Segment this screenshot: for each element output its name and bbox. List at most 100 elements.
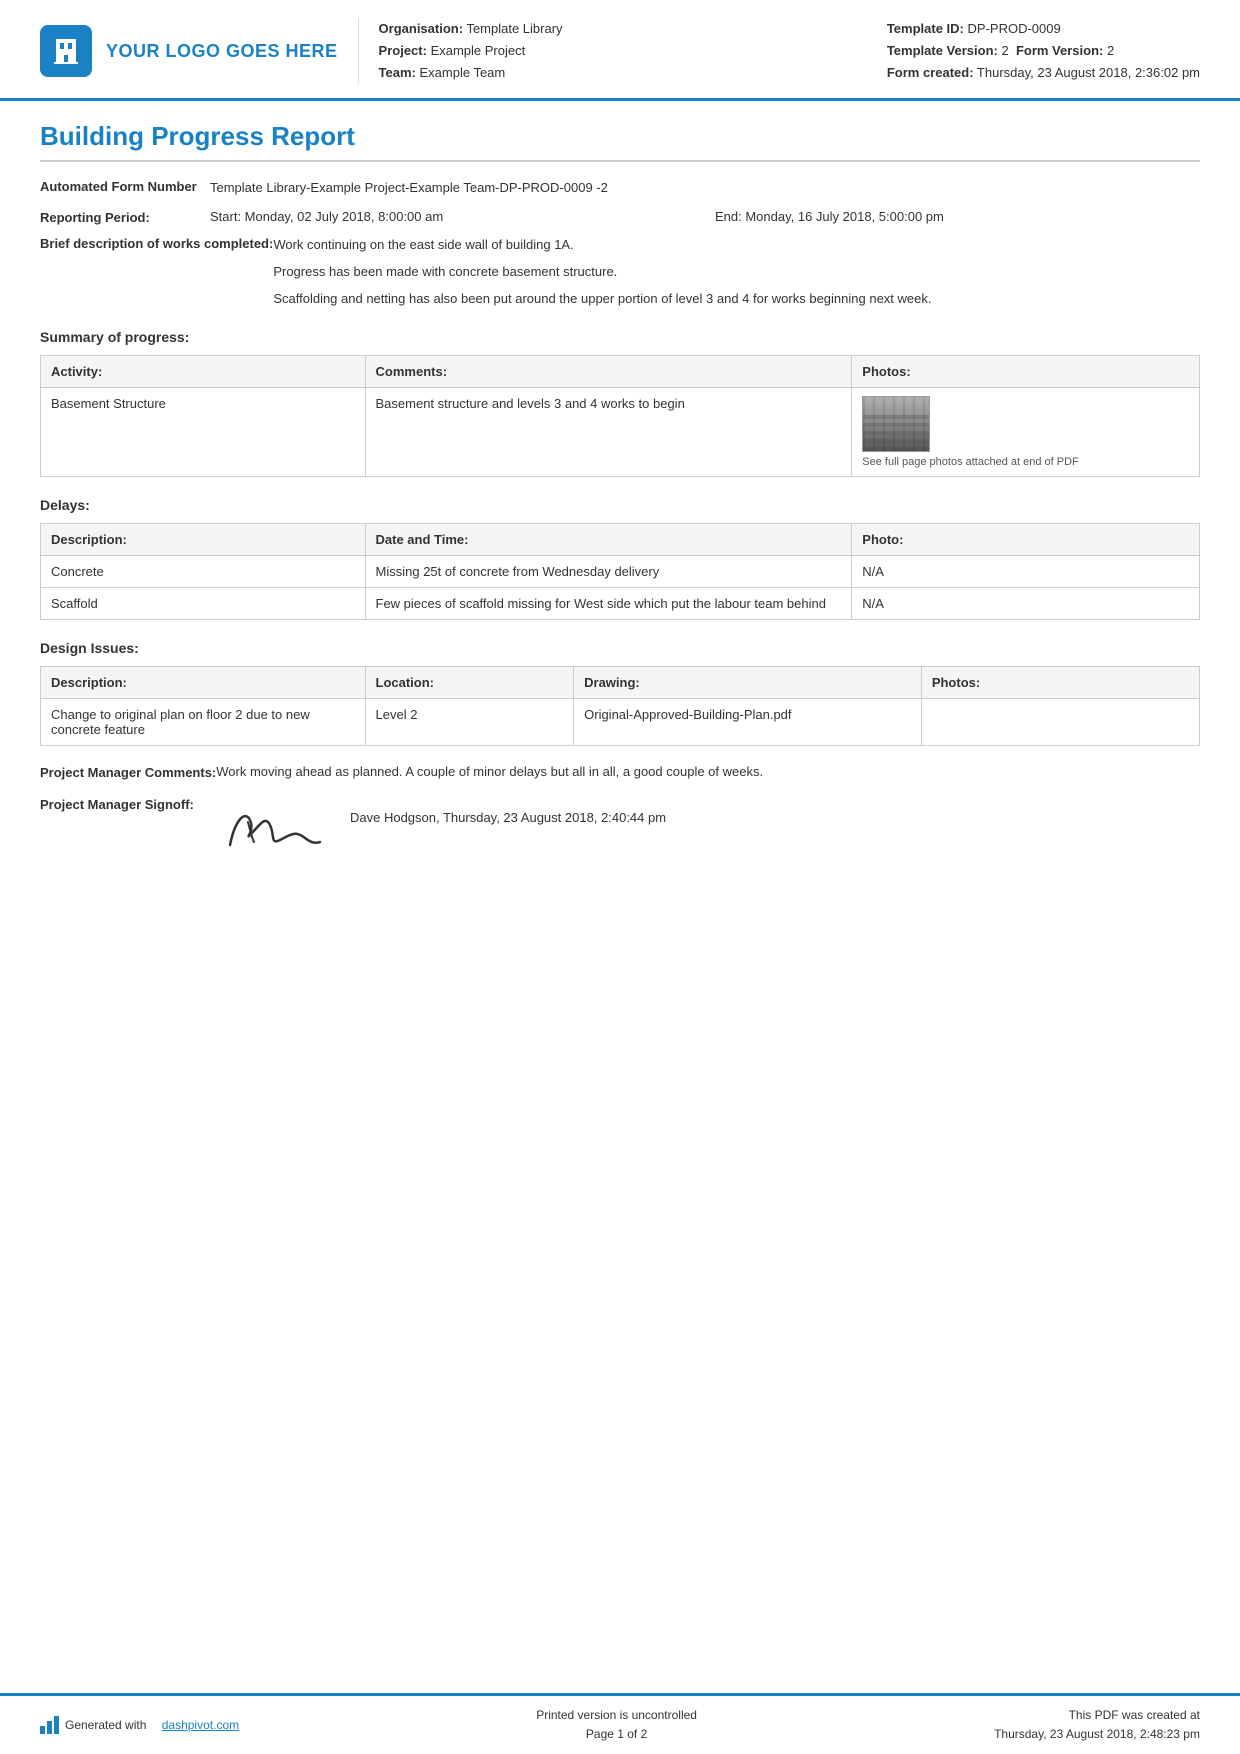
summary-table: Activity: Comments: Photos: Basement Str… <box>40 355 1200 477</box>
form-number-value: Template Library-Example Project-Example… <box>210 178 1200 199</box>
bar3 <box>54 1716 59 1734</box>
delays-photo-2: N/A <box>852 588 1200 620</box>
brief-desc-value: Work continuing on the east side wall of… <box>273 235 1200 309</box>
page: YOUR LOGO GOES HERE Organisation: Templa… <box>0 0 1240 1754</box>
delays-col-desc: Description: <box>41 524 366 556</box>
footer-page-number: Page 1 of 2 <box>536 1725 697 1744</box>
delays-datetime-1: Missing 25t of concrete from Wednesday d… <box>365 556 852 588</box>
delays-row-2: Scaffold Few pieces of scaffold missing … <box>41 588 1200 620</box>
logo-area: YOUR LOGO GOES HERE <box>40 18 338 84</box>
delays-desc-1: Concrete <box>41 556 366 588</box>
footer-link[interactable]: dashpivot.com <box>162 1718 239 1732</box>
reporting-period-values: Start: Monday, 02 July 2018, 8:00:00 am … <box>210 209 1200 224</box>
delays-desc-2: Scaffold <box>41 588 366 620</box>
bar1 <box>40 1726 45 1734</box>
org-value: Template Library <box>466 21 562 36</box>
brief-line-1: Work continuing on the east side wall of… <box>273 235 1200 256</box>
reporting-period-section: Reporting Period: Start: Monday, 02 July… <box>40 209 1200 225</box>
design-location-1: Level 2 <box>365 699 574 746</box>
design-drawing-1: Original-Approved-Building-Plan.pdf <box>574 699 922 746</box>
design-col-desc: Description: <box>41 667 366 699</box>
template-id-value: DP-PROD-0009 <box>968 21 1061 36</box>
signoff-person: Dave Hodgson, Thursday, 23 August 2018, … <box>350 800 666 825</box>
team-line: Team: Example Team <box>379 62 867 84</box>
footer-center: Printed version is uncontrolled Page 1 o… <box>536 1706 697 1744</box>
brief-line-3: Scaffolding and netting has also been pu… <box>273 289 1200 310</box>
design-col-drawing: Drawing: <box>574 667 922 699</box>
footer-uncontrolled: Printed version is uncontrolled <box>536 1706 697 1725</box>
period-start: Start: Monday, 02 July 2018, 8:00:00 am <box>210 209 695 224</box>
footer-right: This PDF was created at Thursday, 23 Aug… <box>994 1706 1200 1744</box>
project-line: Project: Example Project <box>379 40 867 62</box>
summary-col-photos: Photos: <box>852 356 1200 388</box>
summary-heading: Summary of progress: <box>40 329 1200 345</box>
header-center: Organisation: Template Library Project: … <box>358 18 867 84</box>
form-created-value: Thursday, 23 August 2018, 2:36:02 pm <box>977 65 1200 80</box>
photo-caption-1: See full page photos attached at end of … <box>862 456 1189 468</box>
version-line: Template Version: 2 Form Version: 2 <box>887 40 1200 62</box>
org-line: Organisation: Template Library <box>379 18 867 40</box>
brief-desc-label: Brief description of works completed: <box>40 235 273 251</box>
form-number-label: Automated Form Number <box>40 178 210 194</box>
pm-signoff-section: Project Manager Signoff: Dave Hodgson, T… <box>40 796 1200 860</box>
form-created-label: Form created: <box>887 65 974 80</box>
header: YOUR LOGO GOES HERE Organisation: Templa… <box>0 0 1240 101</box>
team-value: Example Team <box>419 65 505 80</box>
footer-pdf-created-value: Thursday, 23 August 2018, 2:48:23 pm <box>994 1725 1200 1744</box>
pm-comments-label: Project Manager Comments: <box>40 764 216 780</box>
design-col-photos: Photos: <box>921 667 1199 699</box>
design-issues-header-row: Description: Location: Drawing: Photos: <box>41 667 1200 699</box>
pm-signoff-value: Dave Hodgson, Thursday, 23 August 2018, … <box>210 796 1200 860</box>
delays-col-photo: Photo: <box>852 524 1200 556</box>
delays-header-row: Description: Date and Time: Photo: <box>41 524 1200 556</box>
summary-table-header-row: Activity: Comments: Photos: <box>41 356 1200 388</box>
building-thumbnail <box>862 396 930 452</box>
signature-svg <box>210 800 340 860</box>
reporting-period-label: Reporting Period: <box>40 209 210 225</box>
delays-row-1: Concrete Missing 25t of concrete from We… <box>41 556 1200 588</box>
template-id-line: Template ID: DP-PROD-0009 <box>887 18 1200 40</box>
delays-col-datetime: Date and Time: <box>365 524 852 556</box>
summary-col-comments: Comments: <box>365 356 852 388</box>
delays-table: Description: Date and Time: Photo: Concr… <box>40 523 1200 620</box>
design-issues-table: Description: Location: Drawing: Photos: … <box>40 666 1200 746</box>
footer-generated-text: Generated with <box>65 1718 146 1732</box>
header-right: Template ID: DP-PROD-0009 Template Versi… <box>887 18 1200 84</box>
logo-svg <box>50 35 82 67</box>
delays-datetime-2: Few pieces of scaffold missing for West … <box>365 588 852 620</box>
team-label: Team: <box>379 65 416 80</box>
summary-activity-1: Basement Structure <box>41 388 366 477</box>
summary-comments-1: Basement structure and levels 3 and 4 wo… <box>365 388 852 477</box>
template-id-label: Template ID: <box>887 21 964 36</box>
footer: Generated with dashpivot.com Printed ver… <box>0 1693 1240 1754</box>
form-number-section: Automated Form Number Template Library-E… <box>40 178 1200 199</box>
brief-line-2: Progress has been made with concrete bas… <box>273 262 1200 283</box>
design-photos-1 <box>921 699 1199 746</box>
bar2 <box>47 1721 52 1734</box>
template-version-label: Template Version: <box>887 43 998 58</box>
form-version-value: 2 <box>1107 43 1114 58</box>
brief-desc-section: Brief description of works completed: Wo… <box>40 235 1200 309</box>
delays-photo-1: N/A <box>852 556 1200 588</box>
project-value: Example Project <box>431 43 526 58</box>
signature-area: Dave Hodgson, Thursday, 23 August 2018, … <box>210 800 1200 860</box>
period-end: End: Monday, 16 July 2018, 5:00:00 pm <box>715 209 1200 224</box>
pm-comments-section: Project Manager Comments: Work moving ah… <box>40 764 1200 780</box>
footer-logo-area: Generated with dashpivot.com <box>40 1716 239 1734</box>
logo-icon <box>40 25 92 77</box>
footer-pdf-created-label: This PDF was created at <box>994 1706 1200 1725</box>
report-title: Building Progress Report <box>40 121 1200 162</box>
summary-row-1: Basement Structure Basement structure an… <box>41 388 1200 477</box>
design-issues-heading: Design Issues: <box>40 640 1200 656</box>
design-desc-1: Change to original plan on floor 2 due t… <box>41 699 366 746</box>
template-version-value: 2 <box>1001 43 1008 58</box>
main-content: Building Progress Report Automated Form … <box>0 101 1240 1304</box>
pm-comments-value: Work moving ahead as planned. A couple o… <box>216 764 1200 779</box>
project-label: Project: <box>379 43 427 58</box>
summary-photos-1: See full page photos attached at end of … <box>852 388 1200 477</box>
pm-signoff-label: Project Manager Signoff: <box>40 796 210 812</box>
org-label: Organisation: <box>379 21 464 36</box>
logo-text: YOUR LOGO GOES HERE <box>106 41 338 62</box>
form-created-line: Form created: Thursday, 23 August 2018, … <box>887 62 1200 84</box>
design-issues-row-1: Change to original plan on floor 2 due t… <box>41 699 1200 746</box>
